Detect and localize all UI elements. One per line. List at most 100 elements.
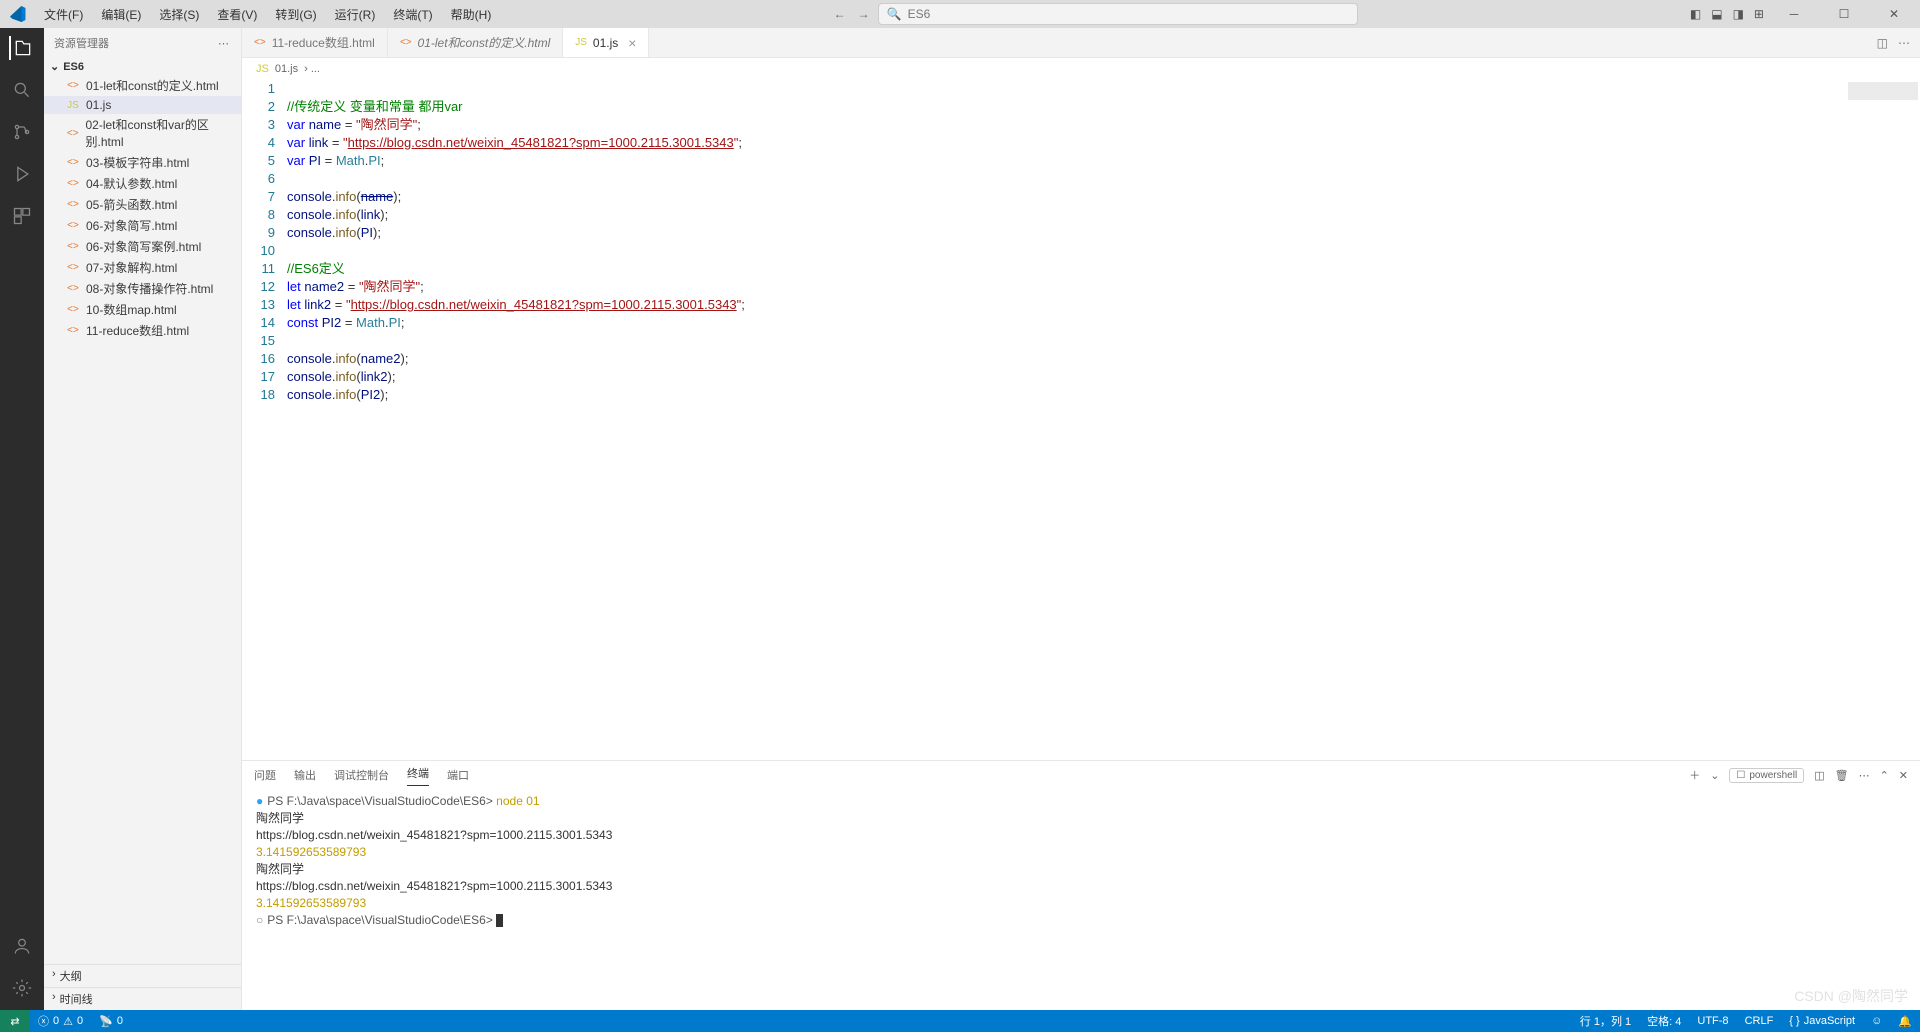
panel-tab[interactable]: 端口 [447,767,469,783]
chevron-down-icon[interactable]: ⌄ [1710,769,1719,782]
editor-tab[interactable]: <>01-let和const的定义.html [388,28,563,57]
remote-icon[interactable]: ⇄ [0,1010,30,1032]
file-label: 02-let和const和var的区别.html [85,116,241,150]
ports-status[interactable]: 📡0 [91,1015,131,1028]
gear-icon[interactable] [10,976,34,1000]
language-status[interactable]: { }JavaScript [1781,1013,1863,1029]
cursor-pos[interactable]: 行 1，列 1 [1572,1013,1639,1029]
nav-fwd-icon[interactable]: → [858,7,870,21]
menu-item[interactable]: 文件(F) [36,2,91,27]
panel-tab[interactable]: 终端 [407,765,429,786]
file-item[interactable]: <> 03-模板字符串.html [44,152,241,173]
menu-item[interactable]: 终端(T) [385,2,440,27]
minimap[interactable] [1848,82,1918,142]
nav-back-icon[interactable]: ← [834,7,846,21]
menu-item[interactable]: 帮助(H) [443,2,500,27]
file-item[interactable]: JS01.js [44,96,241,114]
breadcrumb[interactable]: JS 01.js › ... [242,58,1920,80]
menu-item[interactable]: 转到(G) [267,2,324,27]
file-label: 03-模板字符串.html [86,154,189,171]
close-panel-icon[interactable]: ✕ [1899,769,1908,782]
html-icon: <> [66,262,80,273]
more-icon[interactable]: ⋯ [1898,36,1910,50]
debug-icon[interactable] [10,162,34,186]
indent-status[interactable]: 空格: 4 [1639,1013,1689,1029]
editor-tab[interactable]: <>11-reduce数组.html [242,28,388,57]
folder-name: ES6 [63,61,84,73]
file-item[interactable]: <> 02-let和const和var的区别.html [44,114,241,152]
new-terminal-icon[interactable]: ＋ [1689,767,1700,783]
layout-left-icon[interactable]: ◧ [1690,7,1701,21]
maximize-button[interactable]: ☐ [1824,0,1864,28]
file-label: 01.js [86,98,111,112]
radio-icon: 📡 [99,1015,113,1028]
menu-item[interactable]: 编辑(E) [93,2,149,27]
minimize-button[interactable]: ─ [1774,0,1814,28]
extensions-icon[interactable] [10,204,34,228]
trash-icon[interactable]: 🗑 [1835,769,1849,782]
file-item[interactable]: <>07-对象解构.html [44,257,241,278]
file-label: 06-对象简写.html [86,217,177,234]
activity-bar [0,28,44,1010]
feedback-icon[interactable]: ☺ [1863,1013,1890,1029]
file-item[interactable]: <>11-reduce数组.html [44,320,241,341]
file-label: 04-默认参数.html [86,175,177,192]
terminal[interactable]: ●PS F:\Java\space\VisualStudioCode\ES6> … [242,789,1920,1010]
outline-section[interactable]: ›大纲 [44,964,241,987]
titlebar: 文件(F)编辑(E)选择(S)查看(V)转到(G)运行(R)终端(T)帮助(H)… [0,0,1920,28]
warning-icon: ⚠ [63,1015,73,1028]
folder-header[interactable]: ⌄ ES6 [44,58,241,75]
sidebar: 资源管理器⋯ ⌄ ES6 <>01-let和const的定义.htmlJS01.… [44,28,242,1010]
file-item[interactable]: <>08-对象传播操作符.html [44,278,241,299]
file-item[interactable]: <>10-数组map.html [44,299,241,320]
explorer-icon[interactable] [9,36,33,60]
layout-bottom-icon[interactable]: ⬓ [1711,7,1722,21]
vscode-logo-icon [0,6,36,22]
code-editor[interactable]: 123456789101112131415161718 //传统定义 变量和常量… [242,80,1920,760]
search-icon[interactable] [10,78,34,102]
panel-tab[interactable]: 问题 [254,767,276,783]
bell-icon[interactable]: 🔔 [1890,1013,1920,1029]
scm-icon[interactable] [10,120,34,144]
chevron-right-icon: › [52,991,56,1007]
more-icon[interactable]: ⋯ [1859,769,1870,782]
maximize-panel-icon[interactable]: ⌃ [1880,769,1889,782]
menu-item[interactable]: 运行(R) [327,2,384,27]
shell-selector[interactable]: ☐ powershell [1729,768,1804,783]
file-label: 01-let和const的定义.html [86,77,219,94]
split-icon[interactable]: ◫ [1877,36,1888,50]
account-icon[interactable] [10,934,34,958]
menu-item[interactable]: 查看(V) [209,2,265,27]
problems-status[interactable]: ⓧ0 ⚠0 [30,1013,91,1029]
file-label: 06-对象简写案例.html [86,238,201,255]
file-item[interactable]: <>06-对象简写.html [44,215,241,236]
html-icon: <> [66,178,80,189]
js-icon: JS [256,63,269,75]
file-tree: <>01-let和const的定义.htmlJS01.js<>02-let和co… [44,75,241,964]
more-icon[interactable]: ⋯ [218,37,231,50]
file-item[interactable]: <> 06-对象简写案例.html [44,236,241,257]
timeline-section[interactable]: ›时间线 [44,987,241,1010]
chevron-right-icon: › [52,968,56,984]
panel-tab[interactable]: 输出 [294,767,316,783]
html-icon: <> [66,157,80,168]
editor-tabs: <>11-reduce数组.html<>01-let和const的定义.html… [242,28,1920,58]
tab-label: 11-reduce数组.html [272,34,375,51]
encoding-status[interactable]: UTF-8 [1689,1013,1736,1029]
file-item[interactable]: <> 04-默认参数.html [44,173,241,194]
menu-item[interactable]: 选择(S) [151,2,207,27]
html-icon: <> [66,128,79,139]
layout-grid-icon[interactable]: ⊞ [1754,7,1764,21]
command-center[interactable]: 🔍 ES6 [878,3,1358,25]
close-icon[interactable]: × [628,35,636,51]
file-item[interactable]: <>05-箭头函数.html [44,194,241,215]
nav-buttons: ← → [826,7,878,21]
layout-right-icon[interactable]: ◨ [1733,7,1744,21]
close-button[interactable]: ✕ [1874,0,1914,28]
eol-status[interactable]: CRLF [1737,1013,1782,1029]
split-terminal-icon[interactable]: ◫ [1814,769,1824,782]
editor-tab[interactable]: JS01.js× [563,28,649,57]
panel-tab[interactable]: 调试控制台 [334,767,389,783]
html-icon: <> [66,241,80,252]
file-item[interactable]: <>01-let和const的定义.html [44,75,241,96]
